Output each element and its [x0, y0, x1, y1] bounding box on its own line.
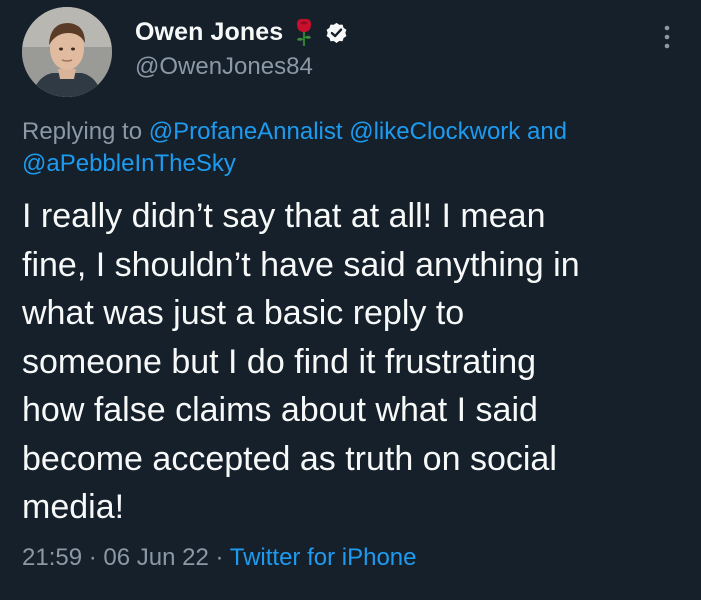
rose-icon [293, 17, 315, 47]
tweet-card: Owen Jones @OwenJones84 Replying to @Pro… [0, 0, 701, 600]
tweet-source-link[interactable]: Twitter for iPhone [230, 544, 417, 571]
name-row: Owen Jones [135, 15, 349, 49]
tweet-time[interactable]: 21:59 [22, 544, 82, 571]
replying-to-label: Replying to [22, 118, 143, 145]
display-name[interactable]: Owen Jones [135, 18, 283, 47]
tweet-text: I really didn’t say that at all! I mean … [22, 197, 580, 526]
tweet-metadata: 21:59 · 06 Jun 22 · Twitter for iPhone [22, 540, 416, 576]
verified-badge-icon [324, 20, 349, 45]
more-options-icon[interactable] [661, 23, 673, 53]
user-identity: Owen Jones @OwenJones84 [135, 15, 349, 81]
mention-conjunction: and [526, 118, 568, 145]
replying-to-line: Replying to @ProfaneAnnalist @likeClockw… [22, 116, 661, 180]
avatar[interactable] [22, 7, 112, 97]
mention-link[interactable]: @ProfaneAnnalist [149, 118, 343, 145]
meta-separator: · [88, 544, 97, 571]
avatar-image [22, 7, 112, 97]
mention-link[interactable]: @likeClockwork [349, 118, 520, 145]
mention-link[interactable]: @aPebbleInTheSky [22, 150, 236, 177]
tweet-header: Owen Jones @OwenJones84 [22, 7, 679, 99]
meta-separator: · [215, 544, 224, 571]
user-handle[interactable]: @OwenJones84 [135, 53, 349, 81]
tweet-date[interactable]: 06 Jun 22 [103, 544, 208, 571]
